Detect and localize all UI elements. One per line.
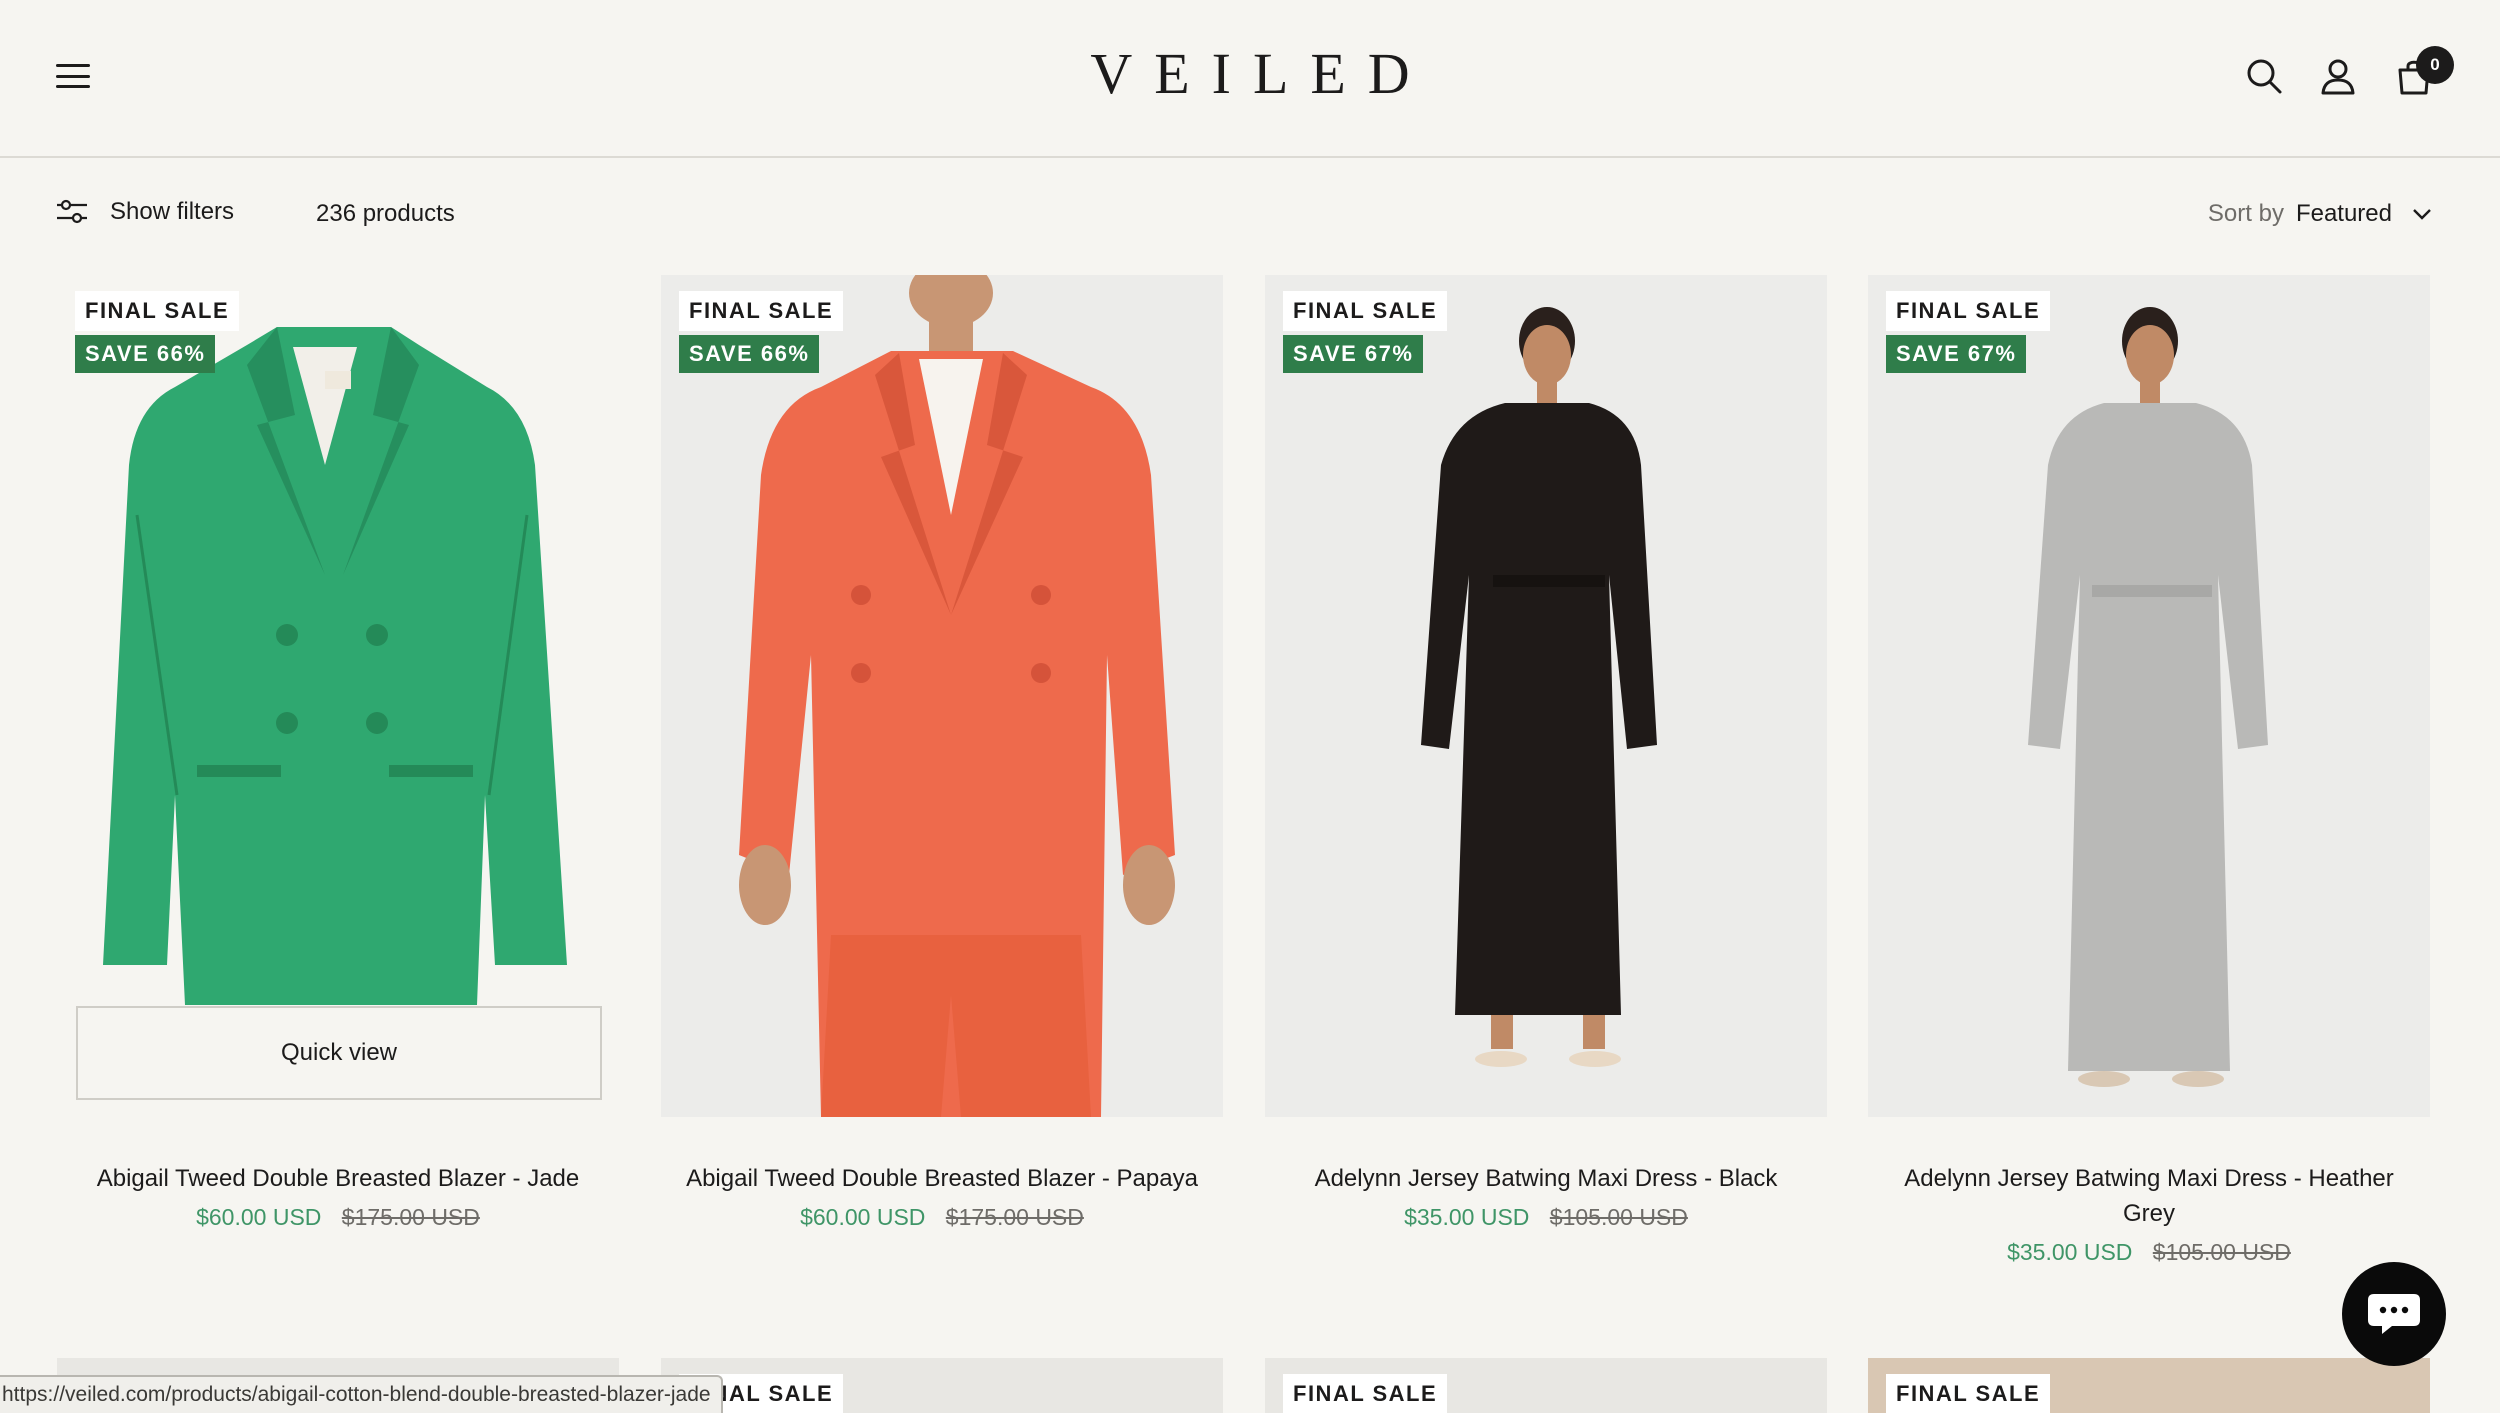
compare-at-price: $105.00 USD — [2152, 1239, 2291, 1265]
product-image[interactable]: FINAL SALE SAVE 66% — [661, 275, 1223, 1117]
jade-blazer-image — [103, 327, 567, 1005]
compare-at-price: $105.00 USD — [1549, 1204, 1688, 1230]
product-image[interactable]: FINAL SALE SAVE 66% Quick view — [57, 275, 619, 1117]
chevron-down-icon — [2413, 209, 2431, 220]
show-filters-label: Show filters — [110, 198, 235, 225]
product-card-partial[interactable]: FINAL SALE — [1265, 1358, 1827, 1413]
black-dress-image — [1421, 307, 1657, 1067]
discount-badge: SAVE 66% — [679, 335, 820, 373]
product-prices: $60.00 USD $175.00 USD — [57, 1204, 619, 1231]
site-logo[interactable]: VEILED — [0, 40, 2500, 107]
product-prices: $35.00 USD $105.00 USD — [1265, 1204, 1827, 1231]
product-card-partial[interactable]: FINAL SALE — [1868, 1358, 2430, 1413]
sale-price: $35.00 USD — [2007, 1239, 2133, 1265]
product-title[interactable]: Abigail Tweed Double Breasted Blazer - J… — [57, 1161, 619, 1196]
chat-launcher-button[interactable] — [2342, 1262, 2446, 1366]
final-sale-badge: FINAL SALE — [75, 291, 240, 331]
account-icon[interactable] — [2318, 56, 2358, 96]
collection-toolbar: Show filters 236 products Sort by Featur… — [0, 160, 2500, 266]
sale-price: $60.00 USD — [800, 1204, 926, 1230]
sale-price: $35.00 USD — [1404, 1204, 1530, 1230]
quick-view-button[interactable]: Quick view — [76, 1006, 602, 1100]
product-prices: $60.00 USD $175.00 USD — [661, 1204, 1223, 1231]
final-sale-badge: FINAL SALE — [1886, 291, 2051, 331]
discount-badge: SAVE 67% — [1283, 335, 1424, 373]
product-card[interactable]: FINAL SALE SAVE 67% Adelynn Jersey Batwi… — [1868, 275, 2430, 1266]
product-card[interactable]: FINAL SALE SAVE 66% Abigail Tweed Double… — [661, 275, 1223, 1231]
compare-at-price: $175.00 USD — [945, 1204, 1084, 1230]
sliders-icon — [57, 199, 87, 224]
search-icon[interactable] — [2244, 56, 2284, 96]
sort-by-value: Featured — [2295, 200, 2392, 227]
discount-badge: SAVE 66% — [75, 335, 216, 373]
product-image[interactable]: FINAL SALE SAVE 67% — [1868, 275, 2430, 1117]
papaya-blazer-image — [739, 275, 1175, 1117]
product-card[interactable]: FINAL SALE SAVE 66% Quick view Abigail T… — [57, 275, 619, 1231]
chat-bubble-icon — [2368, 1294, 2420, 1334]
product-title[interactable]: Adelynn Jersey Batwing Maxi Dress - Blac… — [1265, 1161, 1827, 1196]
final-sale-badge: FINAL SALE — [1283, 1374, 1448, 1413]
compare-at-price: $175.00 USD — [341, 1204, 480, 1230]
show-filters-button[interactable]: Show filters — [56, 198, 234, 226]
sort-by-label: Sort by — [2207, 200, 2284, 227]
product-title[interactable]: Adelynn Jersey Batwing Maxi Dress - Heat… — [1868, 1161, 2430, 1231]
product-title[interactable]: Abigail Tweed Double Breasted Blazer - P… — [661, 1161, 1223, 1196]
cart-count-badge: 0 — [2416, 46, 2454, 84]
final-sale-badge: FINAL SALE — [1283, 291, 1448, 331]
grey-dress-image — [2028, 307, 2268, 1087]
product-image[interactable]: FINAL SALE SAVE 67% — [1265, 275, 1827, 1117]
product-card-partial[interactable]: FINAL SALE — [661, 1358, 1223, 1413]
final-sale-badge: FINAL SALE — [679, 291, 844, 331]
discount-badge: SAVE 67% — [1886, 335, 2027, 373]
product-card[interactable]: FINAL SALE SAVE 67% Adelynn Jersey Batwi… — [1265, 275, 1827, 1231]
product-prices: $35.00 USD $105.00 USD — [1868, 1239, 2430, 1266]
link-preview-url: https://veiled.com/products/abigail-cott… — [0, 1375, 723, 1413]
sale-price: $60.00 USD — [196, 1204, 322, 1230]
product-count: 236 products — [316, 200, 455, 227]
final-sale-badge: FINAL SALE — [1886, 1374, 2051, 1413]
site-header: VEILED 0 — [0, 0, 2500, 158]
sort-by-dropdown[interactable]: Sort by Featured — [2208, 200, 2432, 228]
